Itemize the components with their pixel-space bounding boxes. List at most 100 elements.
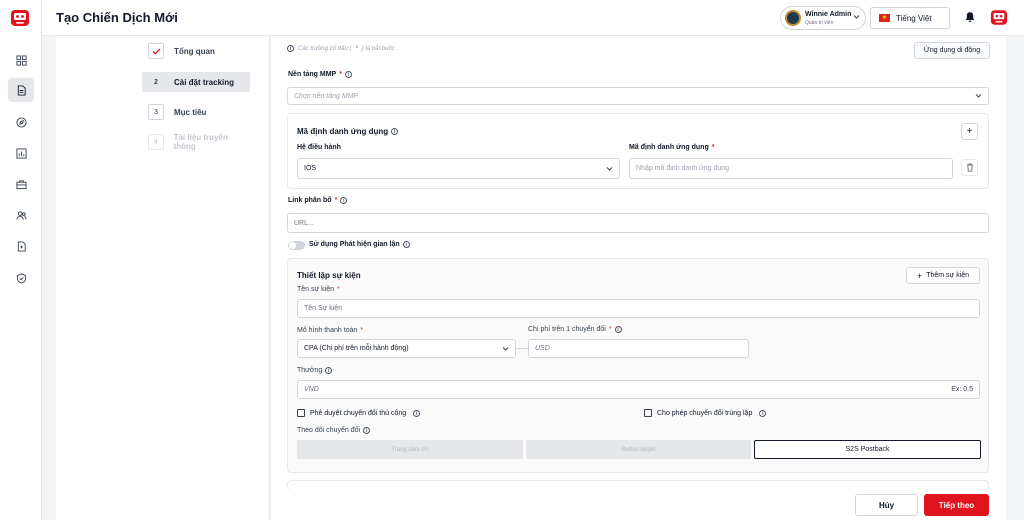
- info-icon: i: [344, 71, 352, 78]
- delete-app-id-button[interactable]: [961, 159, 978, 176]
- info-icon: i: [759, 409, 767, 417]
- payment-model-label-text: Mô hình thanh toán: [297, 327, 358, 334]
- app-id-input[interactable]: Nhập mã định danh ứng dụng: [629, 158, 953, 179]
- step-overview[interactable]: Tổng quan: [142, 41, 250, 61]
- conversion-tracking-label-text: Theo dõi chuyển đổi: [297, 427, 361, 434]
- required-note-suffix: ) là bắt buộc: [361, 45, 395, 52]
- conversion-tracking-label: Theo dõi chuyển đổi i: [297, 427, 371, 434]
- chart-icon[interactable]: [8, 141, 34, 165]
- step-label: Tổng quan: [174, 46, 215, 56]
- allow-duplicate-checkbox-row[interactable]: Cho phép chuyển đổi trùng lặp i: [644, 409, 767, 417]
- tracking-option-s2s-postback[interactable]: S2S Postback: [754, 440, 981, 459]
- check-icon: [148, 43, 164, 59]
- mobile-app-button[interactable]: Ứng dụng di động: [914, 42, 990, 59]
- avatar: [785, 10, 801, 26]
- allow-duplicate-checkbox[interactable]: [644, 409, 652, 417]
- plus-icon: +: [916, 270, 923, 281]
- info-icon: i: [363, 427, 371, 434]
- page-title: Tạo Chiến Dịch Mới: [56, 10, 178, 25]
- step-number: 2: [154, 78, 158, 86]
- manual-approval-checkbox-row[interactable]: Phê duyệt chuyển đổi thủ công i: [297, 409, 421, 417]
- users-icon[interactable]: [8, 203, 34, 227]
- reward-label-text: Thưởng: [297, 367, 323, 374]
- info-icon: i: [391, 128, 399, 135]
- document-icon[interactable]: [8, 78, 34, 102]
- step-label: Mục tiêu: [174, 107, 207, 117]
- language-selector[interactable]: ★ Tiếng Việt: [870, 7, 950, 29]
- logo-icon[interactable]: [10, 9, 30, 27]
- tracking-form: i Các trường có dấu ( * ) là bắt buộc Ứn…: [271, 36, 1006, 520]
- payment-model-label: Mô hình thanh toán *: [297, 327, 363, 334]
- info-icon: i: [340, 197, 348, 204]
- add-event-button[interactable]: + Thêm sự kiện: [906, 267, 980, 284]
- mmp-select[interactable]: Chọn nền tảng MMP: [287, 87, 989, 105]
- next-section-card: [287, 480, 989, 490]
- required-star: *: [608, 326, 612, 333]
- fraud-detection-label: Sử dụng Phát hiện gian lận i: [309, 241, 410, 248]
- top-header: Tạo Chiến Dịch Mới Winnie Admin Quản trị…: [42, 0, 1024, 36]
- app-id-card-title: Mã định danh ứng dụng i: [297, 127, 399, 136]
- os-label: Hệ điều hành: [297, 144, 341, 151]
- step-goals[interactable]: 3 Mục tiêu: [142, 102, 250, 122]
- allow-duplicate-label: Cho phép chuyển đổi trùng lặp: [657, 409, 753, 417]
- shield-icon[interactable]: [8, 266, 34, 290]
- reward-placeholder: VND: [304, 386, 319, 393]
- attribution-link-label-text: Link phân bổ: [288, 197, 332, 204]
- required-star: *: [336, 286, 340, 293]
- chevron-down-icon: [975, 94, 982, 98]
- briefcase-icon[interactable]: [8, 172, 34, 196]
- required-star: *: [334, 197, 338, 204]
- required-note-prefix: Các trường có dấu (: [298, 45, 352, 52]
- app-id-title-text: Mã định danh ứng dụng: [297, 127, 389, 136]
- add-app-id-button[interactable]: +: [961, 123, 978, 140]
- cancel-button[interactable]: Hủy: [855, 494, 918, 516]
- compass-icon[interactable]: [8, 110, 34, 134]
- info-icon: i: [325, 367, 333, 374]
- mmp-label-text: Nền tảng MMP: [288, 71, 337, 78]
- step-label: Tài liệu truyền thông: [173, 133, 228, 151]
- cost-placeholder: USD: [535, 345, 550, 352]
- required-star: *: [355, 45, 358, 52]
- add-event-label: Thêm sự kiện: [926, 272, 970, 279]
- event-name-placeholder: Tên Sự kiện: [304, 305, 343, 312]
- required-star: *: [339, 71, 342, 78]
- mmp-label: Nền tảng MMP * i: [288, 71, 352, 78]
- event-name-input[interactable]: Tên Sự kiện: [297, 299, 980, 318]
- chevron-down-icon: [606, 166, 613, 171]
- file-icon[interactable]: [8, 234, 34, 258]
- os-value: IOS: [304, 165, 317, 172]
- language-label: Tiếng Việt: [896, 14, 932, 23]
- dashboard-icon[interactable]: [8, 48, 34, 72]
- app-id-label-text: Mã định danh ứng dụng: [629, 144, 709, 151]
- event-name-label-text: Tên sự kiện: [297, 286, 334, 293]
- payment-model-select[interactable]: CPA (Chi phí trên mỗi hành động): [297, 339, 516, 358]
- event-name-label: Tên sự kiện *: [297, 286, 340, 293]
- bell-icon[interactable]: [964, 11, 976, 23]
- trash-icon: [966, 163, 973, 172]
- event-setup-title: Thiết lập sự kiện: [297, 271, 361, 280]
- manual-approval-checkbox[interactable]: [297, 409, 305, 417]
- next-button[interactable]: Tiếp theo: [924, 494, 989, 516]
- user-name: Winnie Admin: [805, 11, 852, 18]
- field-connector: [516, 348, 528, 349]
- app-id-placeholder: Nhập mã định danh ứng dụng: [636, 165, 730, 172]
- user-role: Quản trị viên: [805, 20, 834, 26]
- cost-per-conversion-input[interactable]: USD: [528, 339, 749, 358]
- user-menu[interactable]: Winnie Admin Quản trị viên: [780, 6, 866, 30]
- tracking-option-button-target[interactable]: Button target: [526, 440, 751, 459]
- vietnam-flag-icon: ★: [879, 14, 890, 22]
- info-icon: i: [614, 326, 622, 333]
- step-label: Cài đặt tracking: [174, 77, 235, 87]
- cost-per-conversion-label: Chi phí trên 1 chuyển đổi * i: [528, 326, 622, 333]
- attribution-link-input[interactable]: URL...: [287, 213, 989, 233]
- tracking-option-thank-you-page[interactable]: Trang cảm ơn: [297, 440, 523, 459]
- reward-input[interactable]: VND Ex: 0.5: [297, 380, 980, 399]
- sidebar-rail: [0, 0, 42, 520]
- payment-model-value: CPA (Chi phí trên mỗi hành động): [304, 345, 409, 352]
- manual-approval-label: Phê duyệt chuyển đổi thủ công: [310, 409, 407, 417]
- os-select[interactable]: IOS: [297, 158, 620, 179]
- step-tracking-settings[interactable]: 2 Cài đặt tracking: [142, 72, 250, 92]
- fraud-detection-toggle[interactable]: [288, 241, 305, 250]
- required-star: *: [360, 327, 364, 334]
- brand-logo-icon[interactable]: [990, 9, 1008, 26]
